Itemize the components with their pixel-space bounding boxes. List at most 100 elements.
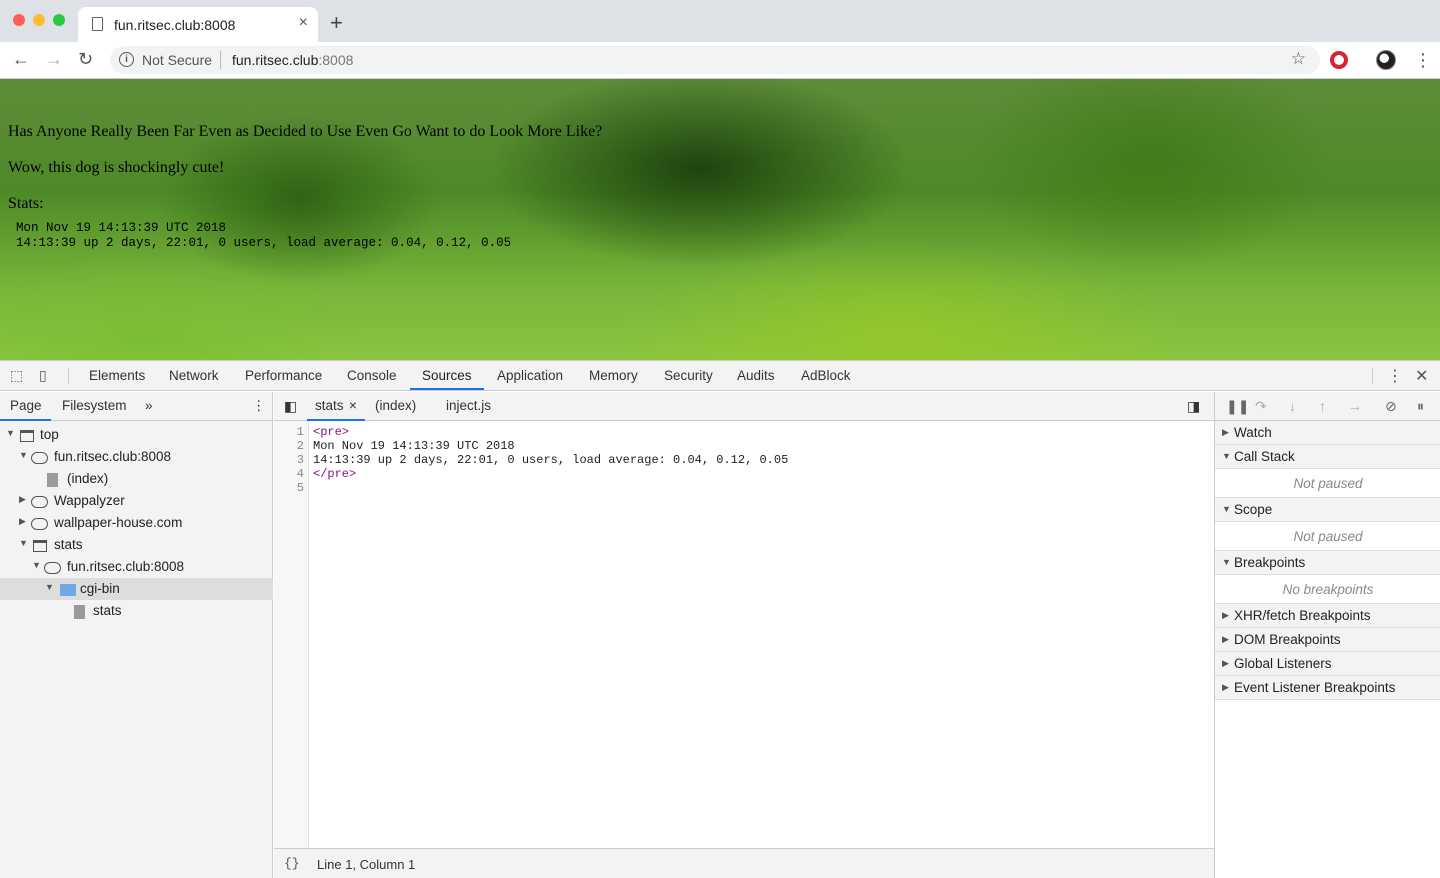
pretty-print-icon[interactable]: {} <box>284 856 300 871</box>
section-call-stack[interactable]: ▼ Call Stack <box>1215 445 1440 469</box>
tree-item-top[interactable]: ▼ top <box>0 424 273 446</box>
tree-item-label: (index) <box>67 471 109 486</box>
tab-audits[interactable]: Audits <box>737 368 775 383</box>
minimize-window-button[interactable] <box>33 14 45 26</box>
section-breakpoints[interactable]: ▼ Breakpoints <box>1215 551 1440 575</box>
expand-triangle-icon[interactable]: ▼ <box>19 450 28 460</box>
info-icon[interactable]: i <box>119 52 134 67</box>
call-stack-status: Not paused <box>1215 469 1440 498</box>
page-dog-line: Wow, this dog is shockingly cute! <box>8 159 225 176</box>
editor-tab-inject[interactable]: inject.js <box>446 398 491 413</box>
step-over-icon[interactable]: ↷ <box>1255 398 1267 415</box>
zoom-window-button[interactable] <box>53 14 65 26</box>
tree-item-stats-frame[interactable]: ▼ stats <box>0 534 273 556</box>
new-tab-button[interactable]: + <box>330 10 343 36</box>
toggle-debugger-icon[interactable]: ◨ <box>1187 398 1200 415</box>
devtools-close-icon[interactable]: ✕ <box>1415 366 1428 386</box>
tree-item-stats-domain[interactable]: ▼ fun.ritsec.club:8008 <box>0 556 273 578</box>
web-page: Has Anyone Really Been Far Even as Decid… <box>0 79 1440 360</box>
line-number: 3 <box>296 453 304 467</box>
inspect-element-icon[interactable]: ⬚ <box>10 367 23 384</box>
tree-item-stats-file[interactable]: stats <box>0 600 273 622</box>
line-number: 5 <box>296 481 304 495</box>
code-line[interactable]: <pre> <box>313 425 349 439</box>
editor-tab-close-icon[interactable]: × <box>349 398 357 413</box>
tab-application[interactable]: Application <box>497 368 563 383</box>
deactivate-breakpoints-icon[interactable]: ⊘ <box>1385 398 1397 415</box>
collapsed-triangle-icon[interactable]: ▶ <box>19 494 26 505</box>
step-out-icon[interactable]: ↑ <box>1319 398 1326 414</box>
profile-avatar[interactable] <box>1376 50 1396 70</box>
step-icon[interactable]: → <box>1348 398 1362 414</box>
expand-triangle-icon[interactable]: ▼ <box>32 560 41 570</box>
address-bar[interactable]: i Not Secure fun.ritsec.club:8008 ☆ <box>110 46 1320 74</box>
section-dom-breakpoints[interactable]: ▶ DOM Breakpoints <box>1215 628 1440 652</box>
editor-status-bar: {} Line 1, Column 1 <box>274 848 1214 878</box>
tree-item-cgi-bin[interactable]: ▼ cgi-bin <box>0 578 273 600</box>
section-watch[interactable]: ▶ Watch <box>1215 421 1440 445</box>
tree-item-index[interactable]: (index) <box>0 468 273 490</box>
tree-item-wallpaper-house[interactable]: ▶ wallpaper-house.com <box>0 512 273 534</box>
close-window-button[interactable] <box>13 14 25 26</box>
browser-toolbar: ← → ↻ i Not Secure fun.ritsec.club:8008 … <box>0 42 1440 79</box>
tab-filesystem[interactable]: Filesystem <box>62 398 127 413</box>
line-number: 1 <box>296 425 304 439</box>
browser-menu-icon[interactable]: ⋮ <box>1414 50 1432 71</box>
toggle-navigator-icon[interactable]: ◧ <box>284 398 297 415</box>
cursor-position: Line 1, Column 1 <box>317 857 416 872</box>
file-icon <box>74 605 85 619</box>
tab-sources[interactable]: Sources <box>422 368 472 383</box>
tab-memory[interactable]: Memory <box>589 368 638 383</box>
section-scope[interactable]: ▼ Scope <box>1215 498 1440 522</box>
tab-security[interactable]: Security <box>664 368 713 383</box>
tab-network[interactable]: Network <box>169 368 219 383</box>
expand-triangle-icon[interactable]: ▼ <box>45 582 54 592</box>
section-xhr-breakpoints[interactable]: ▶ XHR/fetch Breakpoints <box>1215 604 1440 628</box>
reload-icon[interactable]: ↻ <box>78 49 93 70</box>
editor-tab-stats[interactable]: stats <box>315 398 344 413</box>
back-arrow-icon[interactable]: ← <box>12 49 30 70</box>
tab-elements[interactable]: Elements <box>89 368 145 383</box>
section-label: Call Stack <box>1234 449 1295 464</box>
line-number: 2 <box>296 439 304 453</box>
tree-item-wappalyzer[interactable]: ▶ Wappalyzer <box>0 490 273 512</box>
section-label: DOM Breakpoints <box>1234 632 1341 647</box>
tab-close-icon[interactable]: × <box>299 14 308 32</box>
folder-icon <box>60 584 76 596</box>
browser-tab[interactable]: fun.ritsec.club:8008 × <box>78 7 318 42</box>
bookmark-star-icon[interactable]: ☆ <box>1291 49 1306 69</box>
security-label[interactable]: Not Secure <box>142 52 212 68</box>
expand-triangle-icon: ▼ <box>1222 451 1231 461</box>
expand-triangle-icon[interactable]: ▼ <box>19 538 28 548</box>
code-line[interactable]: 14:13:39 up 2 days, 22:01, 0 users, load… <box>313 453 788 467</box>
navigator-menu-icon[interactable]: ⋮ <box>252 398 266 414</box>
section-event-listener-breakpoints[interactable]: ▶ Event Listener Breakpoints <box>1215 676 1440 700</box>
section-global-listeners[interactable]: ▶ Global Listeners <box>1215 652 1440 676</box>
expand-triangle-icon[interactable]: ▼ <box>6 428 15 438</box>
more-tabs-icon[interactable]: » <box>145 398 153 413</box>
tab-adblock[interactable]: AdBlock <box>801 368 851 383</box>
source-editor: ◧ stats × (index) inject.js ◨ 1 2 3 4 5 … <box>274 392 1214 878</box>
tab-console[interactable]: Console <box>347 368 397 383</box>
device-toolbar-icon[interactable]: ▯ <box>39 367 47 384</box>
devtools-menu-icon[interactable]: ⋮ <box>1387 366 1403 386</box>
file-icon <box>47 473 58 487</box>
tree-item-domain[interactable]: ▼ fun.ritsec.club:8008 <box>0 446 273 468</box>
expand-triangle-icon: ▼ <box>1222 557 1231 567</box>
stats-label: Stats: <box>8 195 44 212</box>
collapsed-triangle-icon[interactable]: ▶ <box>19 516 26 527</box>
tab-performance[interactable]: Performance <box>245 368 322 383</box>
pause-icon[interactable]: ❚❚ <box>1226 398 1249 415</box>
forward-arrow-icon[interactable]: → <box>45 49 63 70</box>
tab-page[interactable]: Page <box>10 398 42 413</box>
opera-extension-icon[interactable] <box>1330 51 1348 69</box>
url-text[interactable]: fun.ritsec.club:8008 <box>232 52 353 68</box>
pause-on-exceptions-icon[interactable]: ⏸ <box>1417 398 1424 415</box>
sources-navigator: Page Filesystem » ⋮ ▼ top ▼ fun.ritsec.c… <box>0 392 273 878</box>
code-line[interactable]: Mon Nov 19 14:13:39 UTC 2018 <box>313 439 515 453</box>
editor-tab-index[interactable]: (index) <box>375 398 416 413</box>
scope-status: Not paused <box>1215 522 1440 551</box>
tree-item-label: Wappalyzer <box>54 493 125 508</box>
code-line[interactable]: </pre> <box>313 467 356 481</box>
step-into-icon[interactable]: ↓ <box>1289 398 1296 414</box>
